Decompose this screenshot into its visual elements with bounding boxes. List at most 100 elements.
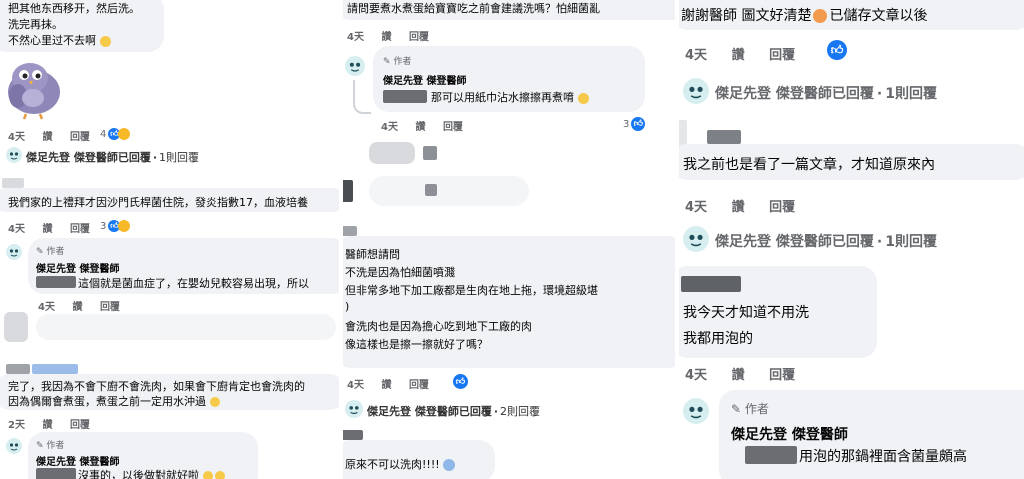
comment-bubble: 原來不可以洗肉!!!!: [341, 440, 495, 479]
like-link[interactable]: 讚: [381, 32, 391, 43]
comment-text: 我們家的上禮拜才因沙門氏桿菌住院，發炎指數17，血液培養: [8, 196, 308, 209]
avatar[interactable]: [683, 398, 709, 424]
avatar[interactable]: [6, 147, 22, 163]
comment-panel-middle: 請問要煮水煮蛋給寶寶吃之前會建議洗嗎？怕細菌亂 4天 讚 回覆 ✎ 作者 傑足先…: [341, 0, 681, 479]
comment-bubble-redacted: [36, 314, 336, 340]
reply-author-name[interactable]: 傑足先登 傑登醫師: [731, 424, 848, 444]
redacted-content: [369, 142, 415, 164]
timestamp: 4天: [347, 32, 364, 43]
comment-panel-right: 謝謝醫師 圖文好清楚 已儲存文章以後 4天 讚 回覆 👍︎ 傑足先登 傑登醫師已回…: [677, 0, 1024, 479]
comment-text: 但非常多地下加工廠都是生肉在地上拖，環境超級堪: [345, 284, 598, 297]
replied-by-link[interactable]: 傑足先登 傑登醫師已回覆 · 1則回覆: [715, 231, 951, 251]
comment-text: 把其他东西移开，然后洗。: [8, 2, 140, 15]
like-link[interactable]: 讚: [42, 132, 52, 143]
love-laugh-reaction-icon: [118, 220, 131, 232]
like-reaction-icon: 👍︎: [631, 117, 646, 131]
scream-emoji-icon: [443, 459, 456, 471]
reply-link[interactable]: 回覆: [409, 380, 429, 391]
pencil-icon: ✎: [731, 402, 742, 416]
comment-bubble: 把其他东西移开，然后洗。 洗完再抹。 不然心里过不去啊: [0, 0, 164, 52]
reaction-summary[interactable]: 3 👍︎: [623, 117, 646, 131]
reply-text: 沒事的，以後做對就好啦: [78, 467, 225, 479]
like-link[interactable]: 讚: [42, 420, 52, 431]
reply-link[interactable]: 回覆: [769, 48, 795, 63]
redacted-mention: [36, 468, 76, 479]
comment-text: 完了，我因為不會下廚不會洗肉，如果會下廚肯定也會洗肉的: [8, 380, 305, 393]
reply-bubble: ✎ 作者 傑足先登 傑登醫師 沒事的，以後做對就好啦: [28, 432, 258, 479]
reply-author-name[interactable]: 傑足先登 傑登醫師: [36, 453, 119, 468]
heart-eyes-emoji-icon: [813, 9, 828, 23]
reaction-summary[interactable]: 👍︎: [827, 40, 847, 60]
redacted-content: [425, 184, 437, 196]
timestamp: 4天: [685, 368, 708, 383]
comment-bubble: 我今天才知道不用洗 我都用泡的: [677, 266, 877, 358]
comment-bubble: 完了，我因為不會下廚不會洗肉，如果會下廚肯定也會洗肉的 因為偶爾會煮蛋，煮蛋之前…: [0, 374, 345, 410]
like-link[interactable]: 讚: [381, 380, 391, 391]
comment-bubble: 醫師想請問 不洗是因為怕細菌噴濺 但非常多地下加工廠都是生肉在地上拖，環境超級堪…: [341, 236, 681, 368]
reply-link[interactable]: 回覆: [409, 32, 429, 43]
avatar[interactable]: [6, 244, 22, 260]
timestamp: 4天: [38, 302, 55, 313]
like-reaction-icon: 👍︎: [827, 40, 847, 60]
author-badge: ✎ 作者: [36, 441, 65, 451]
redacted-username: [681, 276, 741, 292]
pencil-icon: ✎: [36, 441, 44, 451]
redacted-username: [341, 226, 357, 236]
reply-link[interactable]: 回覆: [443, 122, 463, 133]
like-link[interactable]: 讚: [732, 200, 745, 215]
replied-by-link[interactable]: 傑足先登 傑登醫師已回覆 · 1則回覆: [26, 149, 213, 165]
comment-bubble: 請問要煮水煮蛋給寶寶吃之前會建議洗嗎？怕細菌亂: [341, 0, 681, 20]
timestamp: 4天: [8, 132, 25, 143]
comment-text: 請問要煮水煮蛋給寶寶吃之前會建議洗嗎？怕細菌亂: [347, 2, 600, 15]
reaction-summary[interactable]: 4 👍︎: [100, 128, 131, 140]
timestamp: 2天: [8, 420, 25, 431]
reply-link[interactable]: 回覆: [769, 200, 795, 215]
author-badge: ✎ 作者: [383, 57, 412, 67]
comment-text: 不然心里过不去啊: [8, 32, 111, 48]
reply-link[interactable]: 回覆: [100, 302, 120, 313]
reply-link[interactable]: 回覆: [70, 132, 90, 143]
reply-text: 這個就是菌血症了，在嬰幼兒較容易出現，所以: [78, 277, 309, 290]
reply-text: 用泡的那鍋裡面含菌量頗高: [799, 449, 967, 465]
like-link[interactable]: 讚: [42, 224, 52, 235]
avatar[interactable]: [6, 438, 22, 454]
avatar[interactable]: [683, 78, 709, 104]
avatar[interactable]: [683, 226, 709, 252]
like-link[interactable]: 讚: [415, 122, 425, 133]
redacted-mention: [383, 90, 427, 103]
reply-author-name[interactable]: 傑足先登 傑登醫師: [36, 260, 119, 275]
pigeon-sticker: [0, 56, 70, 120]
reply-author-name[interactable]: 傑足先登 傑登醫師: [383, 72, 466, 87]
reply-link[interactable]: 回覆: [769, 368, 795, 383]
redacted-username: [6, 364, 30, 374]
comment-text: 原來不可以洗肉!!!!: [345, 456, 456, 472]
comment-text: 洗完再抹。: [8, 18, 63, 31]
haha-reaction-icon: [118, 128, 131, 140]
like-link[interactable]: 讚: [732, 48, 745, 63]
reply-actions: 4天 讚 回覆: [38, 298, 134, 313]
pencil-icon: ✎: [383, 57, 391, 67]
reaction-summary[interactable]: 3 👍︎: [100, 220, 131, 232]
replied-by-link[interactable]: 傑足先登 傑登醫師已回覆 · 1則回覆: [715, 83, 951, 103]
comment-bubble: 我們家的上禮拜才因沙門氏桿菌住院，發炎指數17，血液培養: [0, 188, 345, 212]
reply-actions: 4天 讚 回覆: [381, 118, 477, 133]
reply-link[interactable]: 回覆: [70, 224, 90, 235]
comment-text: 我都用泡的: [683, 331, 753, 347]
avatar[interactable]: [345, 56, 365, 76]
blush-emoji-icon: [577, 92, 589, 104]
author-badge: ✎ 作者: [731, 402, 769, 416]
reaction-summary[interactable]: 👍︎: [453, 374, 468, 389]
like-link[interactable]: 讚: [72, 302, 82, 313]
redacted-username: [2, 178, 24, 188]
comment-actions: 4天 讚 回覆: [685, 364, 809, 383]
like-link[interactable]: 讚: [732, 368, 745, 383]
avatar[interactable]: [345, 400, 363, 418]
comment-text: 我今天才知道不用洗: [683, 305, 809, 321]
smile-emoji-icon: [209, 397, 220, 407]
comment-panel-left: 把其他东西移开，然后洗。 洗完再抹。 不然心里过不去啊 4天 讚 回覆 4 👍︎…: [0, 0, 345, 479]
reply-link[interactable]: 回覆: [70, 420, 90, 431]
replied-by-link[interactable]: 傑足先登 傑登醫師已回覆 · 2則回覆: [367, 403, 554, 419]
redacted-mention: [745, 446, 797, 464]
comment-text: 像這樣也是擦一擦就好了嗎？: [345, 338, 488, 351]
reply-thread-line: [353, 80, 371, 114]
